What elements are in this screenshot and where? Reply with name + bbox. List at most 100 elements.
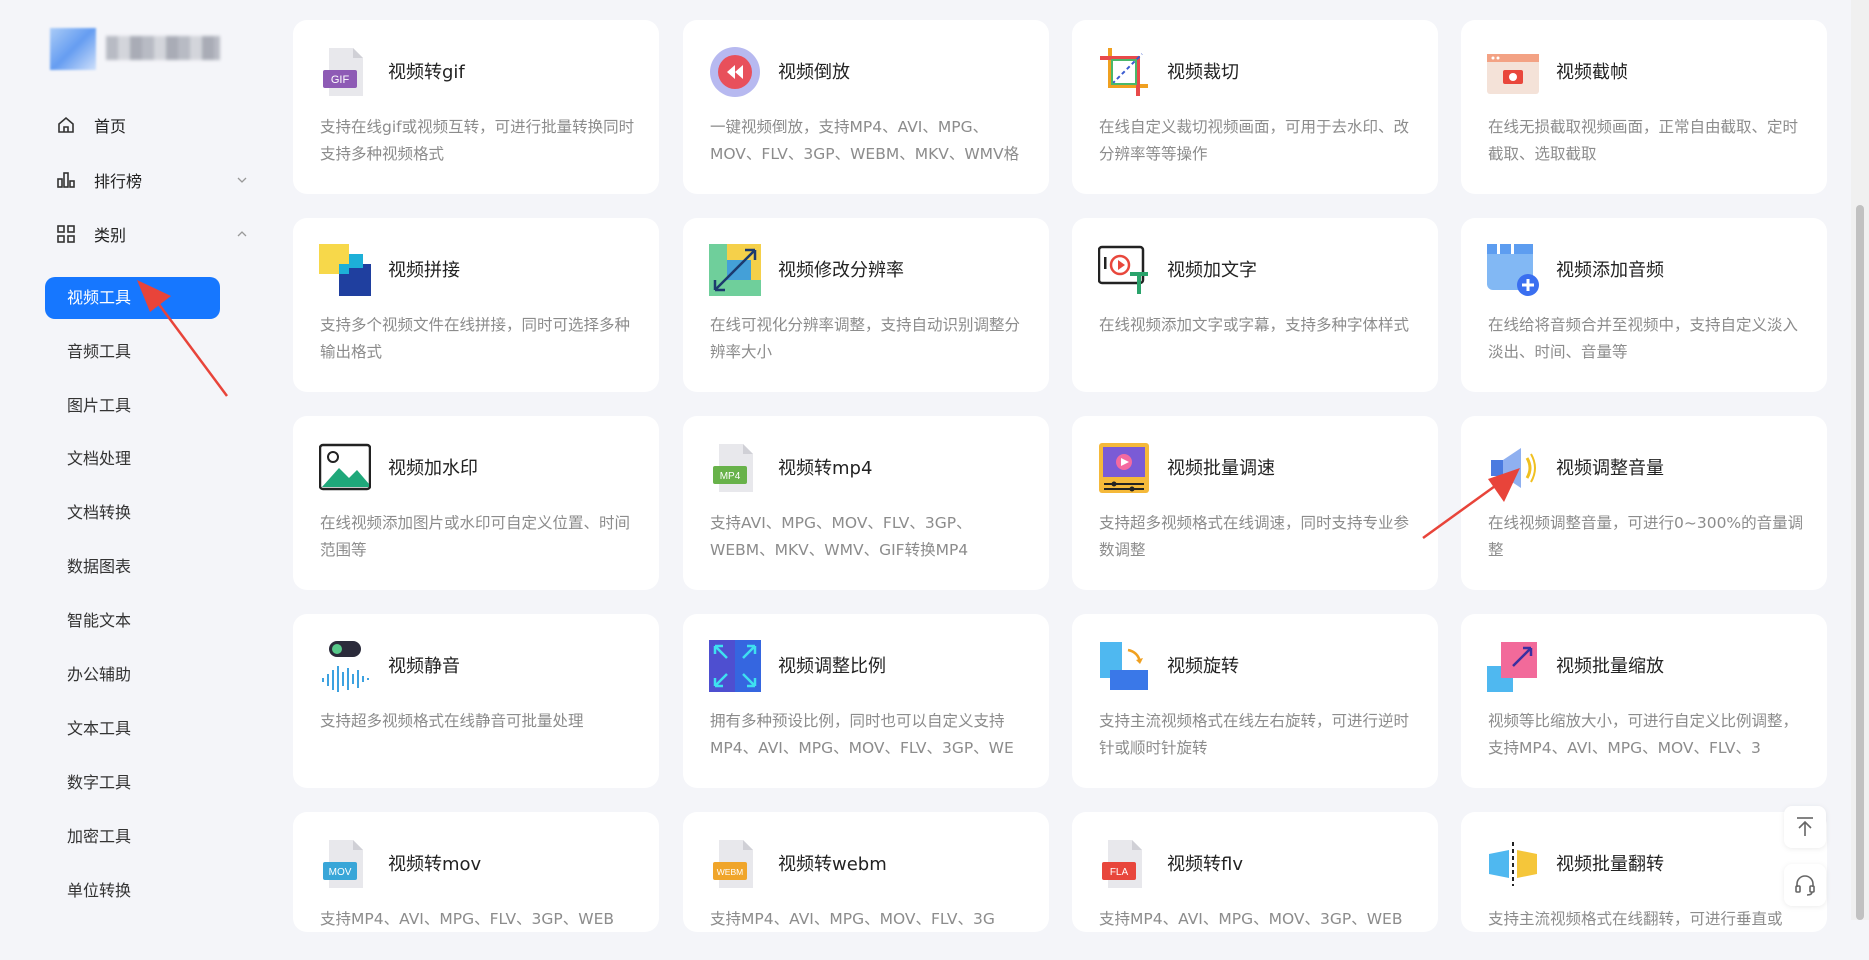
tool-title: 视频拼接 [388, 260, 460, 281]
tool-description: 支持超多视频格式在线调速，同时支持专业参数调整 [1099, 514, 1410, 559]
tool-title: 视频调整比例 [778, 656, 886, 677]
tool-title: 视频转webm [778, 854, 887, 875]
tool-description: 在线无损截取视频画面，正常自由截取、定时截取、选取截取 [1488, 118, 1799, 163]
grid-icon [57, 225, 75, 243]
tool-card[interactable]: 视频添加音频 在线给将音频合并至视频中，支持自定义淡入淡出、时间、音量等 [1461, 218, 1827, 392]
nav-category-label: 类别 [94, 226, 127, 245]
tool-card[interactable]: 视频批量缩放 视频等比缩放大小，可进行自定义比例调整，支持MP4、AVI、MPG… [1461, 614, 1827, 788]
chevron-up-icon[interactable] [236, 228, 248, 240]
rewind-icon [710, 47, 760, 97]
tool-description: 在线视频添加图片或水印可自定义位置、时间范围等 [320, 514, 631, 559]
nav-ranking-label: 排行榜 [94, 172, 143, 191]
category-crypto-tools[interactable]: 加密工具 [45, 816, 220, 858]
arrow-up-icon [1797, 817, 1813, 836]
tool-description: 一键视频倒放，支持MP4、AVI、MPG、MOV、FLV、3GP、WEBM、MK… [710, 118, 1020, 163]
category-data-charts[interactable]: 数据图表 [45, 546, 220, 588]
tool-title: 视频旋转 [1167, 656, 1239, 677]
tool-card[interactable]: 视频截帧 在线无损截取视频画面，正常自由截取、定时截取、选取截取 [1461, 20, 1827, 194]
tool-card[interactable]: 视频旋转 支持主流视频格式在线左右旋转，可进行逆时针或顺时针旋转 [1072, 614, 1438, 788]
merge-blocks-icon [319, 244, 371, 296]
tool-card[interactable]: 视频加文字 在线视频添加文字或字幕，支持多种字体样式 [1072, 218, 1438, 392]
tool-description: 支持多个视频文件在线拼接，同时可选择多种输出格式 [320, 316, 631, 361]
tool-card[interactable]: 视频倒放 一键视频倒放，支持MP4、AVI、MPG、MOV、FLV、3GP、WE… [683, 20, 1049, 194]
svg-text:FLA: FLA [1110, 867, 1129, 878]
tool-card[interactable]: 视频批量翻转 支持主流视频格式在线翻转，可进行垂直或 [1461, 812, 1827, 932]
flv-file-icon: FLA [1102, 840, 1142, 888]
tool-card[interactable]: GIF 视频转gif 支持在线gif或视频互转，可进行批量转换同时支持多种视频格… [293, 20, 659, 194]
tool-title: 视频转mov [388, 854, 482, 875]
nav-category[interactable]: 类别 [56, 222, 247, 246]
tool-title: 视频转flv [1167, 854, 1243, 875]
tool-description: 在线视频添加文字或字幕，支持多种字体样式 [1099, 316, 1410, 334]
customer-service-button[interactable] [1784, 864, 1826, 906]
tool-card[interactable]: 视频裁切 在线自定义裁切视频画面，可用于去水印、改分辨率等等操作 [1072, 20, 1438, 194]
category-video-tools[interactable]: 视频工具 [45, 277, 220, 319]
nav-home-label: 首页 [94, 117, 127, 136]
webm-file-icon: WEBM [713, 840, 753, 888]
tool-title: 视频批量缩放 [1556, 656, 1664, 677]
tool-card[interactable]: FLA 视频转flv 支持MP4、AVI、MPG、MOV、3GP、WEB [1072, 812, 1438, 932]
svg-text:GIF: GIF [331, 74, 350, 86]
video-text-icon [1098, 245, 1148, 294]
add-audio-icon [1487, 244, 1539, 296]
tool-card[interactable]: 视频拼接 支持多个视频文件在线拼接，同时可选择多种输出格式 [293, 218, 659, 392]
tool-card[interactable]: 视频调整比例 拥有多种预设比例，同时也可以自定义支持MP4、AVI、MPG、MO… [683, 614, 1049, 788]
tool-card[interactable]: 视频静音 支持超多视频格式在线静音可批量处理 [293, 614, 659, 788]
image-watermark-icon [319, 443, 371, 491]
tool-card[interactable]: 视频调整音量 在线视频调整音量，可进行0~300%的音量调整 [1461, 416, 1827, 590]
tool-title: 视频转mp4 [778, 458, 873, 479]
tool-card[interactable]: 视频加水印 在线视频添加图片或水印可自定义位置、时间范围等 [293, 416, 659, 590]
tool-card[interactable]: WEBM 视频转webm 支持MP4、AVI、MPG、MOV、FLV、3G [683, 812, 1049, 932]
svg-text:WEBM: WEBM [717, 867, 743, 877]
camera-frame-icon [1487, 54, 1539, 94]
nav-home[interactable]: 首页 [56, 113, 126, 137]
tool-description: 视频等比缩放大小，可进行自定义比例调整，支持MP4、AVI、MPG、MOV、FL… [1488, 712, 1799, 757]
tool-description: 支持MP4、AVI、MPG、FLV、3GP、WEB [320, 910, 615, 928]
mute-wave-icon [322, 641, 369, 692]
tool-description: 在线自定义裁切视频画面，可用于去水印、改分辨率等等操作 [1099, 118, 1410, 163]
tool-title: 视频加文字 [1167, 260, 1257, 281]
category-smart-text[interactable]: 智能文本 [45, 600, 220, 642]
category-audio-tools[interactable]: 音频工具 [45, 331, 220, 373]
tool-description: 支持主流视频格式在线翻转，可进行垂直或 [1488, 910, 1783, 928]
tool-title: 视频调整音量 [1556, 458, 1664, 479]
tool-title: 视频修改分辨率 [778, 260, 904, 281]
mov-file-icon: MOV [323, 840, 363, 888]
tool-card[interactable]: 视频修改分辨率 在线可视化分辨率调整，支持自动识别调整分辨率大小 [683, 218, 1049, 392]
tool-card[interactable]: MOV 视频转mov 支持MP4、AVI、MPG、FLV、3GP、WEB [293, 812, 659, 932]
nav-ranking[interactable]: 排行榜 [56, 168, 247, 192]
back-to-top-button[interactable] [1784, 806, 1826, 848]
category-image-tools[interactable]: 图片工具 [45, 385, 220, 427]
headset-icon [1795, 875, 1815, 896]
rotate-icon [1100, 642, 1148, 690]
resize-diagonal-icon [709, 244, 761, 296]
aspect-ratio-icon [709, 640, 761, 692]
site-logo[interactable] [50, 22, 220, 72]
tool-description: 在线可视化分辨率调整，支持自动识别调整分辨率大小 [710, 316, 1021, 361]
tool-title: 视频转gif [388, 62, 465, 83]
category-text-tools[interactable]: 文本工具 [45, 708, 220, 750]
tool-card[interactable]: MP4 视频转mp4 支持AVI、MPG、MOV、FLV、3GP、WEBM、MK… [683, 416, 1049, 590]
gif-file-icon: GIF [323, 48, 363, 96]
category-unit-conversion[interactable]: 单位转换 [45, 870, 220, 912]
flip-icon [1489, 842, 1537, 886]
scrollbar-thumb[interactable] [1856, 205, 1864, 920]
crop-icon [1100, 48, 1148, 96]
category-office-aid[interactable]: 办公辅助 [45, 654, 220, 696]
chevron-down-icon[interactable] [236, 174, 248, 186]
sidebar: 首页 排行榜 类别 视频工具 音频工具 图片工具 文档处理 文档转换 数据图表 … [0, 0, 270, 920]
category-number-tools[interactable]: 数字工具 [45, 762, 220, 804]
scale-icon [1487, 642, 1537, 692]
tool-title: 视频添加音频 [1556, 260, 1664, 281]
tool-description: 支持超多视频格式在线静音可批量处理 [320, 712, 584, 730]
tool-card[interactable]: 视频批量调速 支持超多视频格式在线调速，同时支持专业参数调整 [1072, 416, 1438, 590]
tool-description: 在线视频调整音量，可进行0~300%的音量调整 [1488, 514, 1804, 559]
category-doc-conversion[interactable]: 文档转换 [45, 492, 220, 534]
tool-title: 视频静音 [388, 656, 460, 677]
svg-text:MOV: MOV [329, 867, 352, 878]
home-icon [58, 116, 74, 133]
tool-title: 视频加水印 [388, 458, 478, 479]
mp4-file-icon: MP4 [713, 444, 753, 492]
speaker-icon [1491, 448, 1536, 488]
category-doc-processing[interactable]: 文档处理 [45, 438, 220, 480]
